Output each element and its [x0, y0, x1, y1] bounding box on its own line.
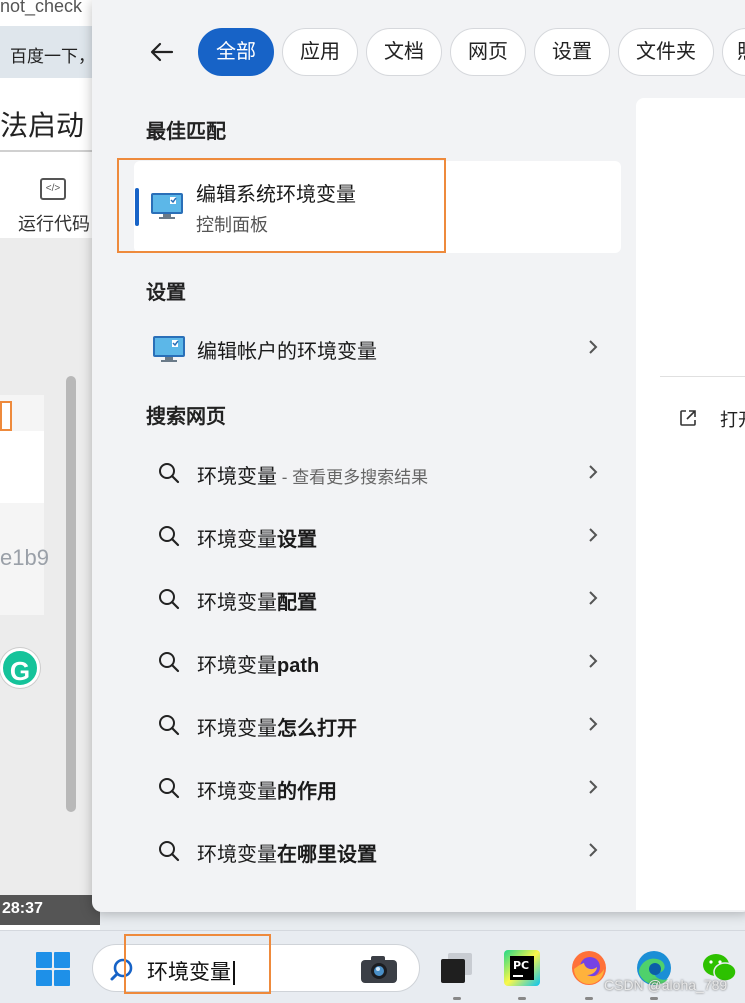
- chevron-right-icon[interactable]: [585, 525, 601, 545]
- search-icon: [158, 525, 180, 547]
- scrollbar[interactable]: [66, 376, 76, 812]
- filter-all[interactable]: 全部: [198, 28, 274, 76]
- web-result-label: 环境变量的作用: [197, 781, 337, 803]
- input-box[interactable]: [0, 401, 12, 431]
- search-icon: [158, 777, 180, 799]
- grammarly-icon[interactable]: G: [0, 648, 40, 688]
- card-strip: [0, 431, 44, 503]
- search-flyout: 全部 应用 文档 网页 设置 文件夹 照 最佳匹配 编辑系统环境变量 控制面板 …: [92, 0, 745, 912]
- settings-result-label: 编辑帐户的环境变量: [197, 341, 377, 363]
- settings-heading: 设置: [146, 282, 186, 304]
- web-result-label: 环境变量怎么打开: [197, 718, 357, 740]
- chevron-right-icon[interactable]: [585, 714, 601, 734]
- settings-result-row[interactable]: 编辑帐户的环境变量: [134, 323, 621, 375]
- chevron-right-icon[interactable]: [585, 777, 601, 797]
- camera-icon[interactable]: [359, 953, 399, 985]
- web-result-row[interactable]: 环境变量 - 查看更多搜索结果: [134, 448, 621, 500]
- best-match-subtitle: 控制面板: [196, 215, 268, 235]
- search-icon: [158, 714, 180, 736]
- firefox-icon[interactable]: [570, 949, 608, 987]
- card-text: e1b9: [0, 545, 49, 570]
- chevron-right-icon[interactable]: [585, 462, 601, 482]
- open-action-label[interactable]: 打开: [720, 406, 745, 432]
- running-indicator: [585, 997, 593, 1000]
- web-search-heading: 搜索网页: [146, 406, 226, 428]
- task-view-icon[interactable]: [438, 949, 476, 987]
- pycharm-icon[interactable]: PC: [503, 949, 541, 987]
- web-result-row[interactable]: 环境变量path: [134, 637, 621, 689]
- web-result-label: 环境变量path: [197, 655, 320, 677]
- web-result-row[interactable]: 环境变量在哪里设置: [134, 826, 621, 878]
- monitor-icon: [152, 334, 186, 364]
- search-icon: [158, 651, 180, 673]
- best-match-title: 编辑系统环境变量: [196, 184, 356, 206]
- clock-text: 28:37: [0, 895, 100, 925]
- web-result-label: 环境变量配置: [197, 592, 317, 614]
- chevron-right-icon[interactable]: [585, 337, 601, 357]
- chevron-right-icon[interactable]: [585, 840, 601, 860]
- web-result-row[interactable]: 环境变量怎么打开: [134, 700, 621, 752]
- web-result-label: 环境变量设置: [197, 529, 317, 551]
- watermark-text: CSDN @aloha_789: [604, 977, 728, 993]
- page-heading: 法启动: [0, 110, 85, 141]
- back-arrow-icon[interactable]: [148, 38, 180, 66]
- filter-web[interactable]: 网页: [450, 28, 526, 76]
- content-card: e1b9: [0, 395, 49, 615]
- filter-documents[interactable]: 文档: [366, 28, 442, 76]
- address-text: 百度一下，: [10, 47, 95, 66]
- divider: [0, 150, 100, 152]
- open-external-icon[interactable]: [678, 408, 698, 428]
- best-match-heading: 最佳匹配: [146, 121, 226, 143]
- web-result-label: 环境变量 - 查看更多搜索结果: [197, 466, 429, 488]
- code-icon[interactable]: </>: [40, 178, 66, 200]
- divider: [660, 376, 745, 377]
- search-icon: [158, 840, 180, 862]
- preview-pane: 打开: [636, 98, 745, 910]
- windows-start-icon[interactable]: [35, 951, 71, 987]
- running-indicator: [650, 997, 658, 1000]
- running-indicator: [453, 997, 461, 1000]
- monitor-icon: [150, 191, 184, 221]
- background-browser-window: not_check 百度一下， 法启动 </> 运行代码 e1b9 G 28:3…: [0, 0, 100, 930]
- web-result-row[interactable]: 环境变量设置: [134, 511, 621, 563]
- web-result-row[interactable]: 环境变量的作用: [134, 763, 621, 815]
- pycharm-label: PC: [513, 959, 529, 972]
- filter-folders[interactable]: 文件夹: [618, 28, 714, 76]
- chevron-right-icon[interactable]: [585, 588, 601, 608]
- chevron-right-icon[interactable]: [585, 651, 601, 671]
- filter-settings[interactable]: 设置: [534, 28, 610, 76]
- web-result-label: 环境变量在哪里设置: [197, 844, 377, 866]
- annotation-highlight-search: [124, 934, 271, 994]
- filter-apps[interactable]: 应用: [282, 28, 358, 76]
- running-indicator: [518, 997, 526, 1000]
- web-result-row[interactable]: 环境变量配置: [134, 574, 621, 626]
- search-icon: [158, 588, 180, 610]
- browser-address-bar[interactable]: 百度一下，: [0, 26, 100, 78]
- filter-photos[interactable]: 照: [722, 28, 745, 76]
- browser-tab-title[interactable]: not_check: [0, 0, 82, 17]
- run-code-button[interactable]: 运行代码: [18, 210, 90, 236]
- search-icon: [158, 462, 180, 484]
